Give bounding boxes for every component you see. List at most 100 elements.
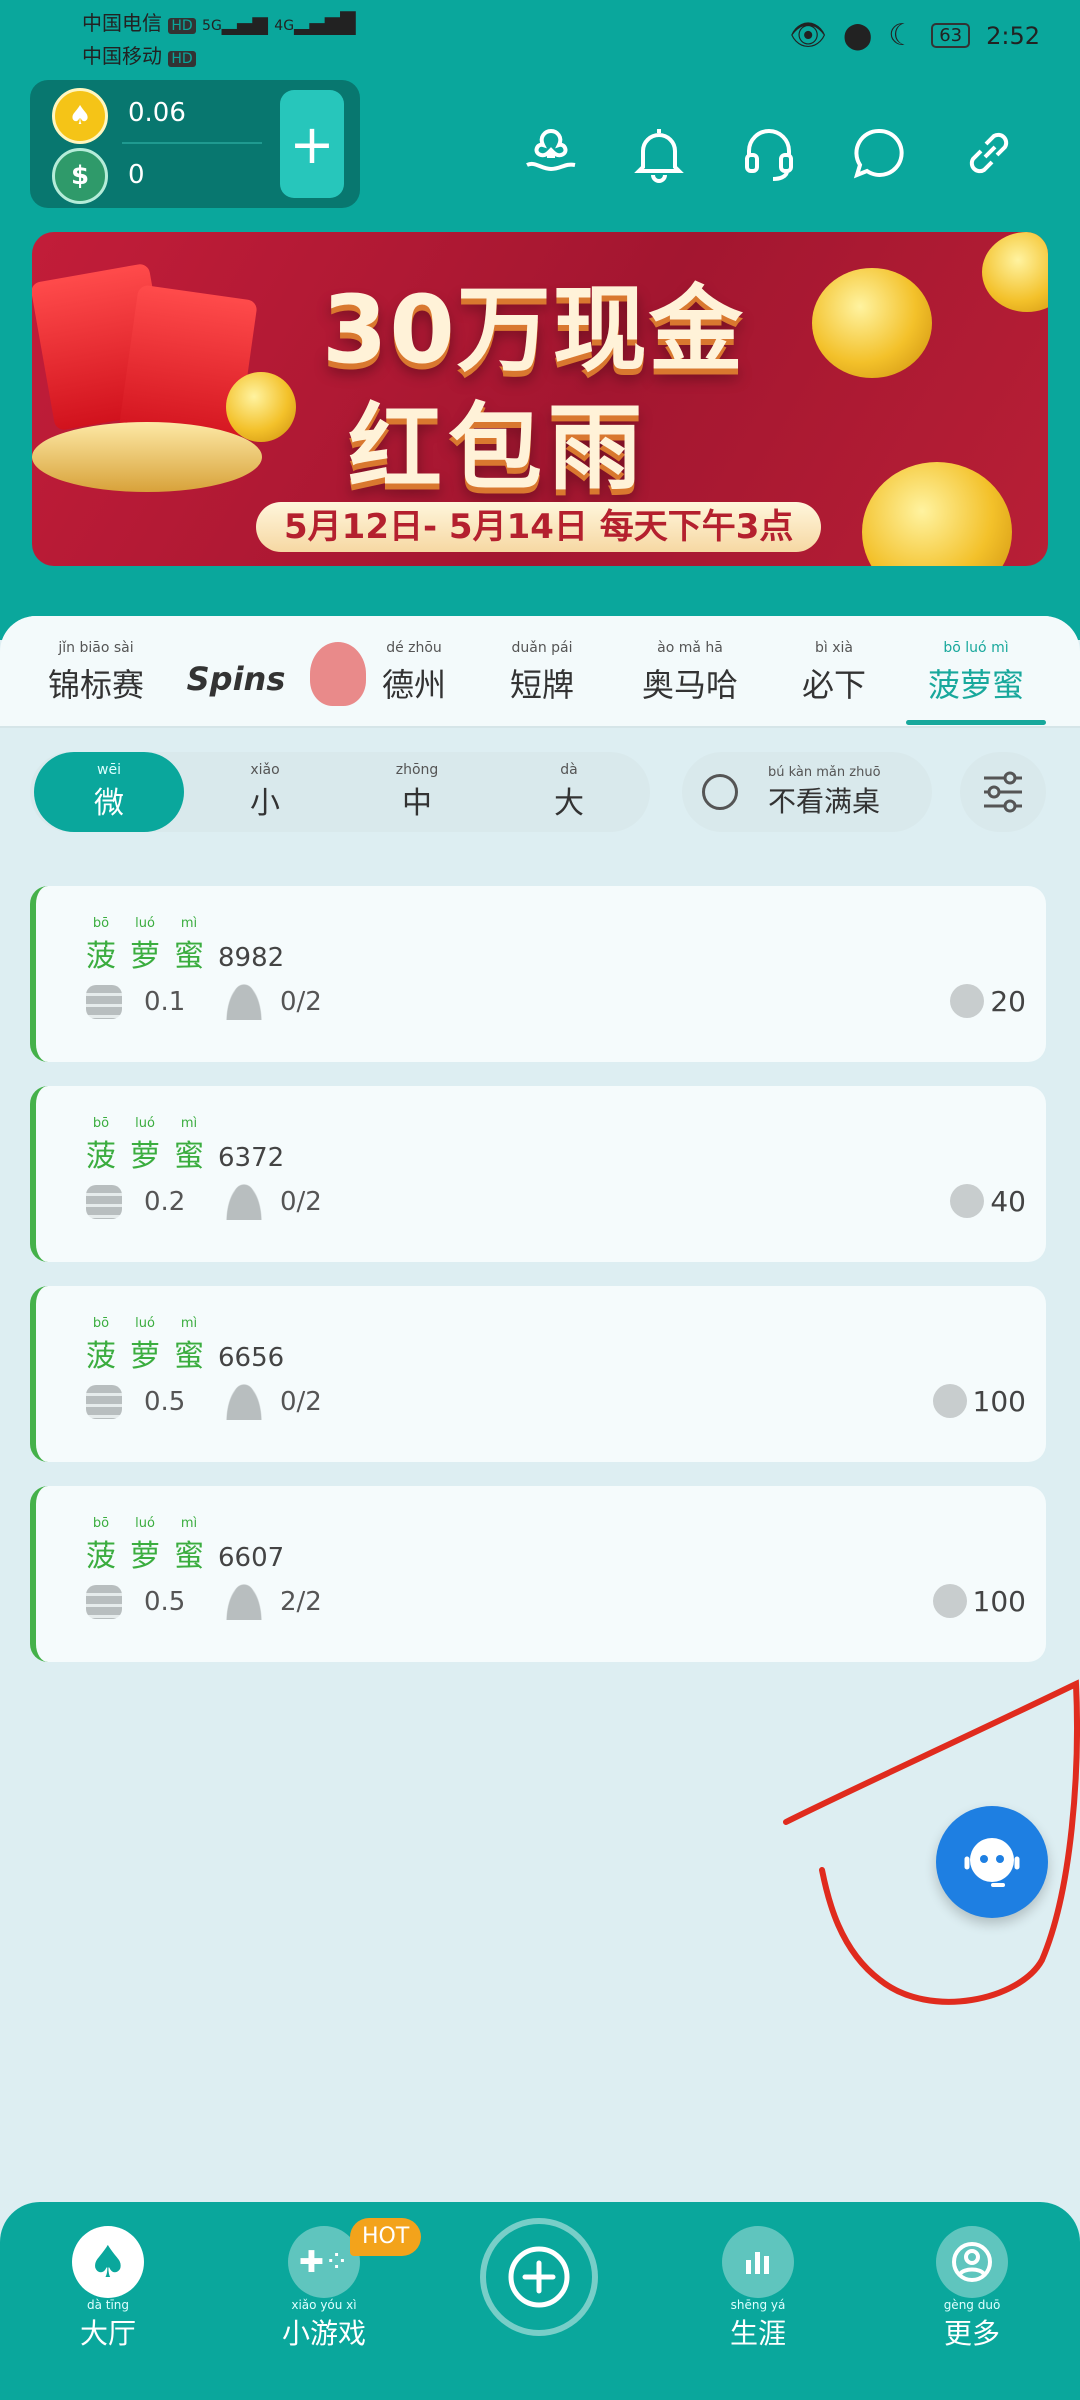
char: 蜜 bbox=[174, 1539, 204, 1574]
buyin-value: 100 bbox=[972, 1584, 1026, 1618]
nav-career[interactable]: shēng yá 生涯 bbox=[698, 2226, 818, 2352]
player-icon bbox=[226, 984, 262, 1020]
customer-service-float-button[interactable] bbox=[936, 1806, 1048, 1918]
chat-icon[interactable] bbox=[844, 118, 914, 188]
hide-full-pinyin: bú kàn mǎn zhuō bbox=[768, 764, 881, 780]
stake-label: 大 bbox=[554, 786, 584, 821]
gold-podium-image bbox=[32, 422, 262, 492]
char: 蜜 bbox=[174, 1339, 204, 1374]
char-pinyin: mì bbox=[180, 1516, 198, 1531]
tab-short-deck[interactable]: duǎn pái 短牌 bbox=[492, 640, 592, 710]
nav-pinyin: xiǎo yóu xì bbox=[291, 2298, 357, 2312]
tab-must-play[interactable]: bì xià 必下 bbox=[784, 640, 884, 710]
player-icon bbox=[226, 1584, 262, 1620]
table-name: bō 菠 luó 萝 mì 蜜 6372 bbox=[86, 1116, 284, 1175]
player-count: 0/2 bbox=[280, 1387, 322, 1417]
table-card[interactable]: bō 菠 luó 萝 mì 蜜 6656 0.5 0/2 100 bbox=[30, 1286, 1046, 1462]
buyin: 100 bbox=[932, 1384, 1026, 1418]
status-bar: 中国电信 HD 5G▂▄▆ 4G▂▄▆█ 中国移动 HD 👁 ⬤ ☾ 63 2:… bbox=[0, 0, 1080, 72]
bar-chart-icon bbox=[722, 2226, 794, 2298]
stake-small[interactable]: xiǎo 小 bbox=[190, 752, 340, 832]
link-icon[interactable] bbox=[954, 118, 1024, 188]
buyin-value: 100 bbox=[972, 1384, 1026, 1418]
battery-icon: 63 bbox=[931, 23, 971, 48]
headset-icon[interactable] bbox=[734, 118, 804, 188]
stake-pinyin: zhōng bbox=[395, 762, 439, 778]
tab-pinyin: jǐn biāo sài bbox=[58, 640, 134, 656]
tab-pinyin: bì xià bbox=[815, 640, 853, 656]
stake-large[interactable]: dà 大 bbox=[494, 752, 644, 832]
player-icon bbox=[226, 1384, 262, 1420]
blind-value: 0.1 bbox=[144, 987, 186, 1017]
wallet-panel: ♠ 0.06 $ 0 + bbox=[30, 80, 360, 208]
promo-banner[interactable]: 30万现金 红包雨 5月12日- 5月14日 每天下午3点 bbox=[32, 232, 1048, 566]
carrier-info: 中国电信 HD 5G▂▄▆ 4G▂▄▆█ 中国移动 HD bbox=[82, 11, 356, 68]
tab-label: Spins bbox=[186, 660, 286, 698]
buyin: 40 bbox=[950, 1184, 1026, 1218]
radio-circle-icon[interactable] bbox=[702, 774, 738, 810]
char-pinyin: mì bbox=[180, 1316, 198, 1331]
tab-label: 短牌 bbox=[509, 666, 574, 704]
stake-medium[interactable]: zhōng 中 bbox=[342, 752, 492, 832]
deposit-button[interactable]: + bbox=[280, 90, 344, 198]
blind-value: 0.5 bbox=[144, 1587, 186, 1617]
nav-pinyin: dà tīng bbox=[86, 2298, 130, 2312]
nav-label: 生涯 bbox=[729, 2317, 786, 2350]
table-id: 6607 bbox=[218, 1543, 285, 1573]
buyin: 20 bbox=[950, 984, 1026, 1018]
carrier-2: 中国移动 bbox=[82, 44, 162, 68]
buyin-value: 40 bbox=[990, 1184, 1026, 1218]
tab-label: 必下 bbox=[801, 666, 866, 704]
banner-date: 5月12日- 5月14日 每天下午3点 bbox=[256, 502, 822, 552]
hot-badge: HOT bbox=[350, 2218, 422, 2256]
tab-label: 德州 bbox=[381, 666, 446, 704]
chips-stack-icon bbox=[86, 1385, 122, 1419]
char-pinyin: luó bbox=[135, 1316, 155, 1331]
char: 菠 bbox=[86, 939, 116, 974]
buyin: 100 bbox=[932, 1584, 1026, 1618]
blind-value: 0.2 bbox=[144, 1187, 186, 1217]
support-hand-icon[interactable] bbox=[516, 118, 586, 188]
filter-settings-button[interactable] bbox=[960, 752, 1046, 832]
spade-coin-icon bbox=[932, 1384, 967, 1418]
bell-icon[interactable] bbox=[624, 118, 694, 188]
table-stats: 0.1 0/2 bbox=[86, 984, 322, 1020]
blind-value: 0.5 bbox=[144, 1387, 186, 1417]
nav-lobby[interactable]: ♠ dà tīng 大厅 bbox=[48, 2226, 168, 2352]
table-name: bō 菠 luó 萝 mì 蜜 8982 bbox=[86, 916, 284, 975]
plus-icon bbox=[508, 2246, 570, 2308]
table-stats: 0.5 2/2 bbox=[86, 1584, 322, 1620]
nav-more[interactable]: gèng duō 更多 bbox=[912, 2226, 1032, 2352]
table-id: 6372 bbox=[218, 1143, 285, 1173]
sliders-icon bbox=[984, 771, 1022, 813]
banner-subheadline: 红包雨 bbox=[348, 394, 649, 503]
char-pinyin: bō bbox=[92, 1516, 110, 1531]
gold-coin-image bbox=[226, 372, 296, 442]
hide-full-tables-toggle[interactable]: bú kàn mǎn zhuō 不看满桌 bbox=[682, 752, 932, 832]
char: 菠 bbox=[86, 1339, 116, 1374]
octopus-icon bbox=[310, 642, 366, 706]
char: 蜜 bbox=[174, 939, 204, 974]
char-pinyin: luó bbox=[135, 916, 155, 931]
clock: 2:52 bbox=[986, 21, 1040, 50]
coin-balance: 0.06 bbox=[128, 98, 186, 128]
tab-omaha[interactable]: ào mǎ hā 奥马哈 bbox=[620, 640, 760, 710]
tab-pineapple[interactable]: bō luó mì 菠萝蜜 bbox=[906, 640, 1046, 710]
player-count: 0/2 bbox=[280, 987, 322, 1017]
table-card[interactable]: bō 菠 luó 萝 mì 蜜 8982 0.1 0/2 20 bbox=[30, 886, 1046, 1062]
tab-spins[interactable]: Spins bbox=[186, 640, 286, 710]
table-card[interactable]: bō 菠 luó 萝 mì 蜜 6372 0.2 0/2 40 bbox=[30, 1086, 1046, 1262]
nav-pinyin: gèng duō bbox=[943, 2298, 1001, 2312]
tab-texas[interactable]: dé zhōu 德州 bbox=[364, 640, 464, 710]
char: 蜜 bbox=[174, 1139, 204, 1174]
net-1: 5G bbox=[202, 18, 222, 34]
chips-stack-icon bbox=[86, 1585, 122, 1619]
nav-label: 大厅 bbox=[79, 2317, 136, 2350]
stake-micro[interactable]: wēi 微 bbox=[34, 752, 184, 832]
stake-label: 微 bbox=[94, 786, 124, 821]
tab-tournament[interactable]: jǐn biāo sài 锦标赛 bbox=[36, 640, 156, 710]
tab-pinyin: dé zhōu bbox=[386, 640, 442, 656]
table-card[interactable]: bō 菠 luó 萝 mì 蜜 6607 0.5 2/2 100 bbox=[30, 1486, 1046, 1662]
create-table-button[interactable] bbox=[480, 2218, 598, 2336]
eye-icon: 👁 bbox=[789, 18, 828, 53]
